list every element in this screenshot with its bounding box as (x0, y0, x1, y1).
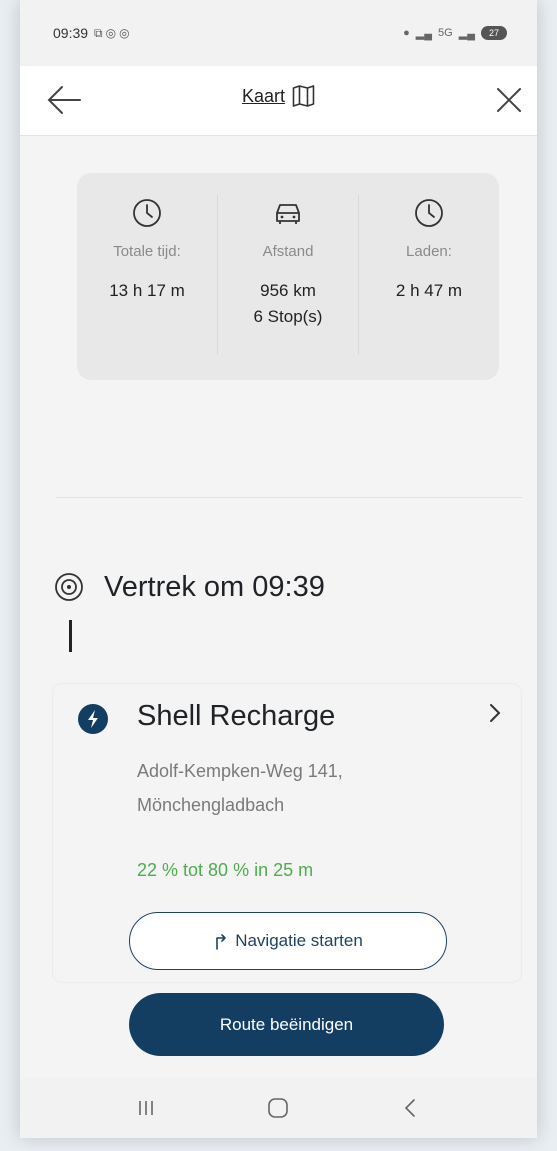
clock-icon (415, 199, 443, 227)
map-icon (292, 85, 314, 107)
car-icon (276, 204, 300, 224)
location-icon: ● (403, 27, 410, 39)
system-back-button[interactable] (391, 1093, 431, 1123)
start-navigation-button[interactable]: Navigatie starten (129, 912, 447, 970)
stop-name: Shell Recharge (137, 700, 336, 732)
charging-value: 2 h 47 m (395, 281, 463, 300)
total-time-column: Totale tijd: 13 h 17 m (77, 173, 217, 380)
section-divider (56, 497, 522, 498)
distance-label: Afstand (262, 243, 314, 260)
notification-icons: ⧉ ◎ ◎ (94, 26, 130, 41)
back-button[interactable] (44, 82, 84, 118)
close-button[interactable] (491, 82, 527, 118)
charging-bolt-icon (78, 704, 108, 734)
stop-address: Adolf-Kempken-Weg 141, Mönchengladbach (137, 754, 343, 822)
status-right: ● ▂▄ 5G ▂▄ 27 (403, 26, 507, 40)
status-bar: 09:39 ⧉ ◎ ◎ ● ▂▄ 5G ▂▄ 27 (20, 0, 537, 66)
screenshot-icon: ⧉ (94, 25, 103, 40)
chevron-right-icon[interactable] (485, 700, 505, 726)
home-button[interactable] (258, 1093, 298, 1123)
phone-screen: 09:39 ⧉ ◎ ◎ ● ▂▄ 5G ▂▄ 27 Kaart Totale t… (20, 0, 537, 1138)
start-navigation-label: Navigatie starten (235, 931, 363, 950)
route-connector-line (69, 620, 72, 652)
home-icon (268, 1098, 289, 1118)
map-link-label: Kaart (241, 85, 286, 106)
sim-label: 5G (438, 27, 453, 39)
total-time-value: 13 h 17 m (109, 281, 185, 300)
back-chevron-icon (404, 1099, 415, 1117)
top-header: Kaart (20, 66, 537, 136)
navigation-turn-icon (216, 934, 227, 950)
whatsapp-business-icon: ◎ (119, 25, 130, 40)
distance-value-block: 956 km 6 Stop(s) (254, 278, 323, 331)
origin-target-icon (55, 573, 83, 601)
address-line-1: Adolf-Kempken-Weg 141, (137, 761, 343, 781)
system-nav-bar (20, 1078, 537, 1138)
status-left: 09:39 ⧉ ◎ ◎ (53, 25, 130, 41)
clock-icon (133, 199, 161, 227)
charging-stop-card[interactable]: Shell Recharge Adolf-Kempken-Weg 141, Mö… (52, 683, 522, 983)
signal-icon-2: ▂▄ (458, 27, 475, 40)
back-arrow-icon (47, 86, 81, 114)
charging-label: Laden: (406, 243, 452, 260)
charge-info: 22 % tot 80 % in 25 m (137, 860, 314, 880)
recent-apps-button[interactable] (126, 1093, 166, 1123)
signal-icon: ▂▄ (415, 27, 433, 40)
address-line-2: Mönchengladbach (137, 795, 285, 815)
recent-apps-icon (139, 1101, 153, 1115)
charging-column: Laden: 2 h 47 m (358, 195, 499, 355)
end-route-button[interactable]: Route beëindigen (129, 993, 444, 1056)
trip-summary-card: Totale tijd: 13 h 17 m Afstand 956 km 6 … (77, 173, 499, 380)
distance-column: Afstand 956 km 6 Stop(s) (217, 195, 358, 355)
map-link[interactable]: Kaart (242, 84, 315, 108)
departure-title: Vertrek om 09:39 (104, 570, 325, 603)
close-icon (497, 88, 521, 112)
status-time: 09:39 (53, 25, 89, 41)
battery-icon: 27 (481, 26, 507, 40)
departure-row: Vertrek om 09:39 (52, 570, 325, 604)
stops-value: 6 Stop(s) (253, 307, 323, 327)
whatsapp-icon: ◎ (105, 25, 117, 40)
total-time-label: Totale tijd: (113, 243, 181, 260)
distance-value: 956 km (260, 281, 316, 300)
